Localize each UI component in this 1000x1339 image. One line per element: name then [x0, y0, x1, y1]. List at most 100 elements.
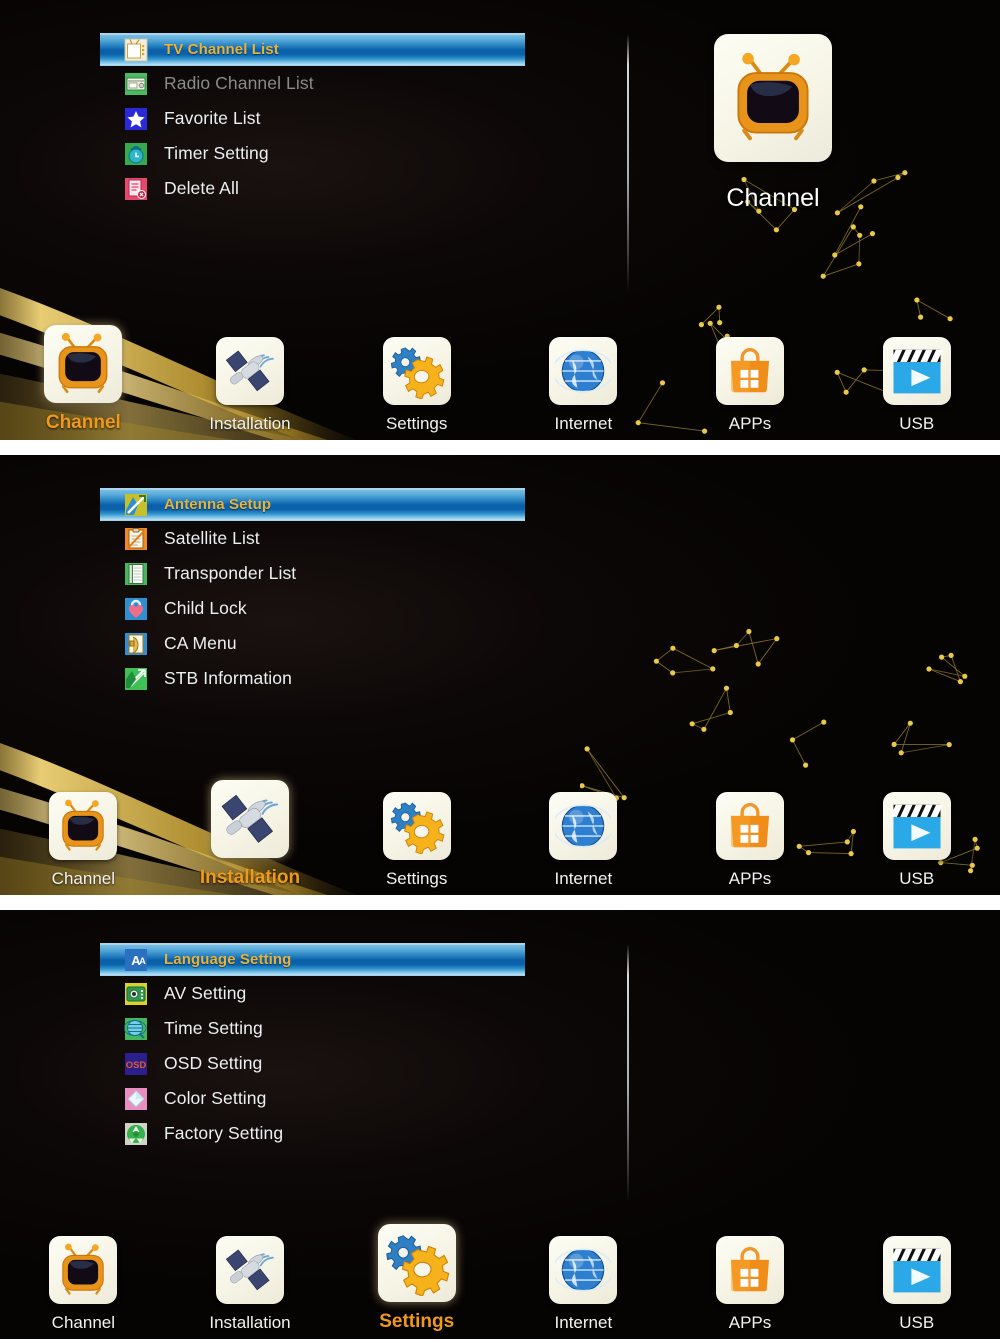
av-tv-icon [124, 982, 148, 1006]
timer-clock-icon [124, 141, 148, 166]
tab-label: Settings [385, 414, 448, 433]
menu-item-language-setting[interactable]: Language Setting [100, 943, 525, 976]
satellite-icon [211, 780, 289, 858]
menu-item-osd-setting[interactable]: OSD Setting [100, 1046, 525, 1081]
color-gem-icon [124, 1087, 148, 1111]
tab-internet[interactable]: Internet [500, 771, 667, 889]
panel-separator [0, 440, 1000, 455]
tab-label: Channel [45, 412, 121, 433]
delete-doc-icon [124, 176, 148, 201]
menu-item-label: Color Setting [164, 1088, 267, 1108]
tab-label: USB [899, 1313, 935, 1332]
menu-item-favorite-list[interactable]: Favorite List [100, 101, 525, 136]
menu-list: TV Channel List Radio Channel List Favorit… [100, 33, 525, 206]
globe-icon [549, 1236, 618, 1304]
preview-label: Channel [726, 184, 820, 212]
clapper-play-icon [882, 1236, 951, 1304]
notepad-icon [124, 562, 148, 586]
tab-settings[interactable]: Settings [333, 771, 500, 889]
bottom-toolbar: Channel Installation Settings Internet APPs U… [0, 771, 1000, 889]
menu-item-delete-all[interactable]: Delete All [100, 171, 525, 206]
shopping-bag-icon [716, 337, 785, 405]
tab-apps[interactable]: APPs [667, 1215, 834, 1333]
menu-item-label: Satellite List [164, 528, 260, 548]
gears-icon [377, 1224, 456, 1302]
tab-internet[interactable]: Internet [500, 316, 667, 434]
radio-icon [124, 71, 148, 96]
tab-usb[interactable]: USB [833, 1215, 1000, 1333]
tab-label: USB [899, 414, 935, 433]
settop-box-menu-screens: TV Channel List Radio Channel List Favorit… [0, 0, 1000, 1339]
osd-icon [124, 1052, 148, 1076]
satellite-icon [216, 1236, 284, 1304]
tab-label: APPs [728, 1313, 772, 1332]
menu-item-label: Delete All [164, 178, 239, 198]
menu-item-av-setting[interactable]: AV Setting [100, 976, 525, 1011]
shopping-bag-icon [716, 792, 785, 860]
menu-list: Antenna Setup Satellite List Transponder L… [100, 488, 525, 696]
menu-item-label: OSD Setting [164, 1053, 263, 1073]
globe-time-icon [124, 1016, 148, 1041]
menu-item-radio-channel-list[interactable]: Radio Channel List [100, 66, 525, 101]
menu-item-tv-channel-list[interactable]: TV Channel List [100, 33, 525, 66]
menu-item-label: Factory Setting [164, 1123, 284, 1143]
tab-channel[interactable]: Channel [0, 316, 167, 434]
gears-icon [382, 337, 451, 405]
tab-installation[interactable]: Installation [167, 1215, 334, 1333]
bottom-toolbar: Channel Installation Settings Internet APPs U… [0, 1215, 1000, 1333]
recycle-icon [124, 1122, 148, 1146]
tv-icon [49, 1236, 118, 1304]
tab-settings[interactable]: Settings [333, 1215, 500, 1333]
tab-label: Installation [209, 414, 291, 433]
tv-icon [714, 34, 832, 162]
tab-label: Internet [554, 869, 613, 888]
menu-item-transponder-list[interactable]: Transponder List [100, 556, 525, 591]
menu-item-label: Language Setting [164, 951, 292, 968]
menu-item-label: TV Channel List [164, 41, 279, 58]
menu-list: Language Setting AV Setting Time Setting OS… [100, 943, 525, 1151]
menu-item-antenna-setup[interactable]: Antenna Setup [100, 488, 525, 521]
menu-item-stb-information[interactable]: STB Information [100, 661, 525, 696]
menu-item-label: Radio Channel List [164, 73, 314, 93]
tab-label: Settings [385, 869, 448, 888]
menu-item-label: STB Information [164, 668, 292, 688]
tab-label: Internet [554, 414, 613, 433]
tab-label: Installation [209, 1313, 291, 1332]
menu-item-label: Time Setting [164, 1018, 263, 1038]
menu-item-factory-setting[interactable]: Factory Setting [100, 1116, 525, 1151]
tab-channel[interactable]: Channel [0, 771, 167, 889]
smartcard-icon [124, 632, 148, 656]
menu-item-label: Child Lock [164, 598, 247, 618]
menu-item-label: Favorite List [164, 108, 261, 128]
tab-installation[interactable]: Installation [167, 771, 334, 889]
tv-icon [49, 792, 118, 860]
menu-item-label: Timer Setting [164, 143, 269, 163]
screen-installation: Antenna Setup Satellite List Transponder L… [0, 455, 1000, 895]
tab-channel[interactable]: Channel [0, 1215, 167, 1333]
menu-item-time-setting[interactable]: Time Setting [100, 1011, 525, 1046]
stb-info-icon [124, 666, 148, 691]
menu-item-satellite-list[interactable]: Satellite List [100, 521, 525, 556]
tab-apps[interactable]: APPs [667, 316, 834, 434]
tab-usb[interactable]: USB [833, 771, 1000, 889]
tab-settings[interactable]: Settings [333, 316, 500, 434]
lock-heart-icon [124, 596, 148, 621]
tab-installation[interactable]: Installation [167, 316, 334, 434]
menu-item-ca-menu[interactable]: CA Menu [100, 626, 525, 661]
tab-usb[interactable]: USB [833, 316, 1000, 434]
vertical-divider [627, 944, 629, 1202]
menu-item-label: AV Setting [164, 983, 247, 1003]
globe-icon [549, 792, 618, 860]
menu-item-color-setting[interactable]: Color Setting [100, 1081, 525, 1116]
tab-label: APPs [728, 869, 772, 888]
tab-apps[interactable]: APPs [667, 771, 834, 889]
tab-internet[interactable]: Internet [500, 1215, 667, 1333]
menu-item-timer-setting[interactable]: Timer Setting [100, 136, 525, 171]
menu-item-child-lock[interactable]: Child Lock [100, 591, 525, 626]
tab-label: USB [899, 869, 935, 888]
preview-panel: Channel [714, 34, 858, 213]
tab-label: APPs [728, 414, 772, 433]
tab-label: Internet [554, 1313, 613, 1332]
tab-label: Settings [379, 1311, 455, 1332]
globe-icon [549, 337, 618, 405]
